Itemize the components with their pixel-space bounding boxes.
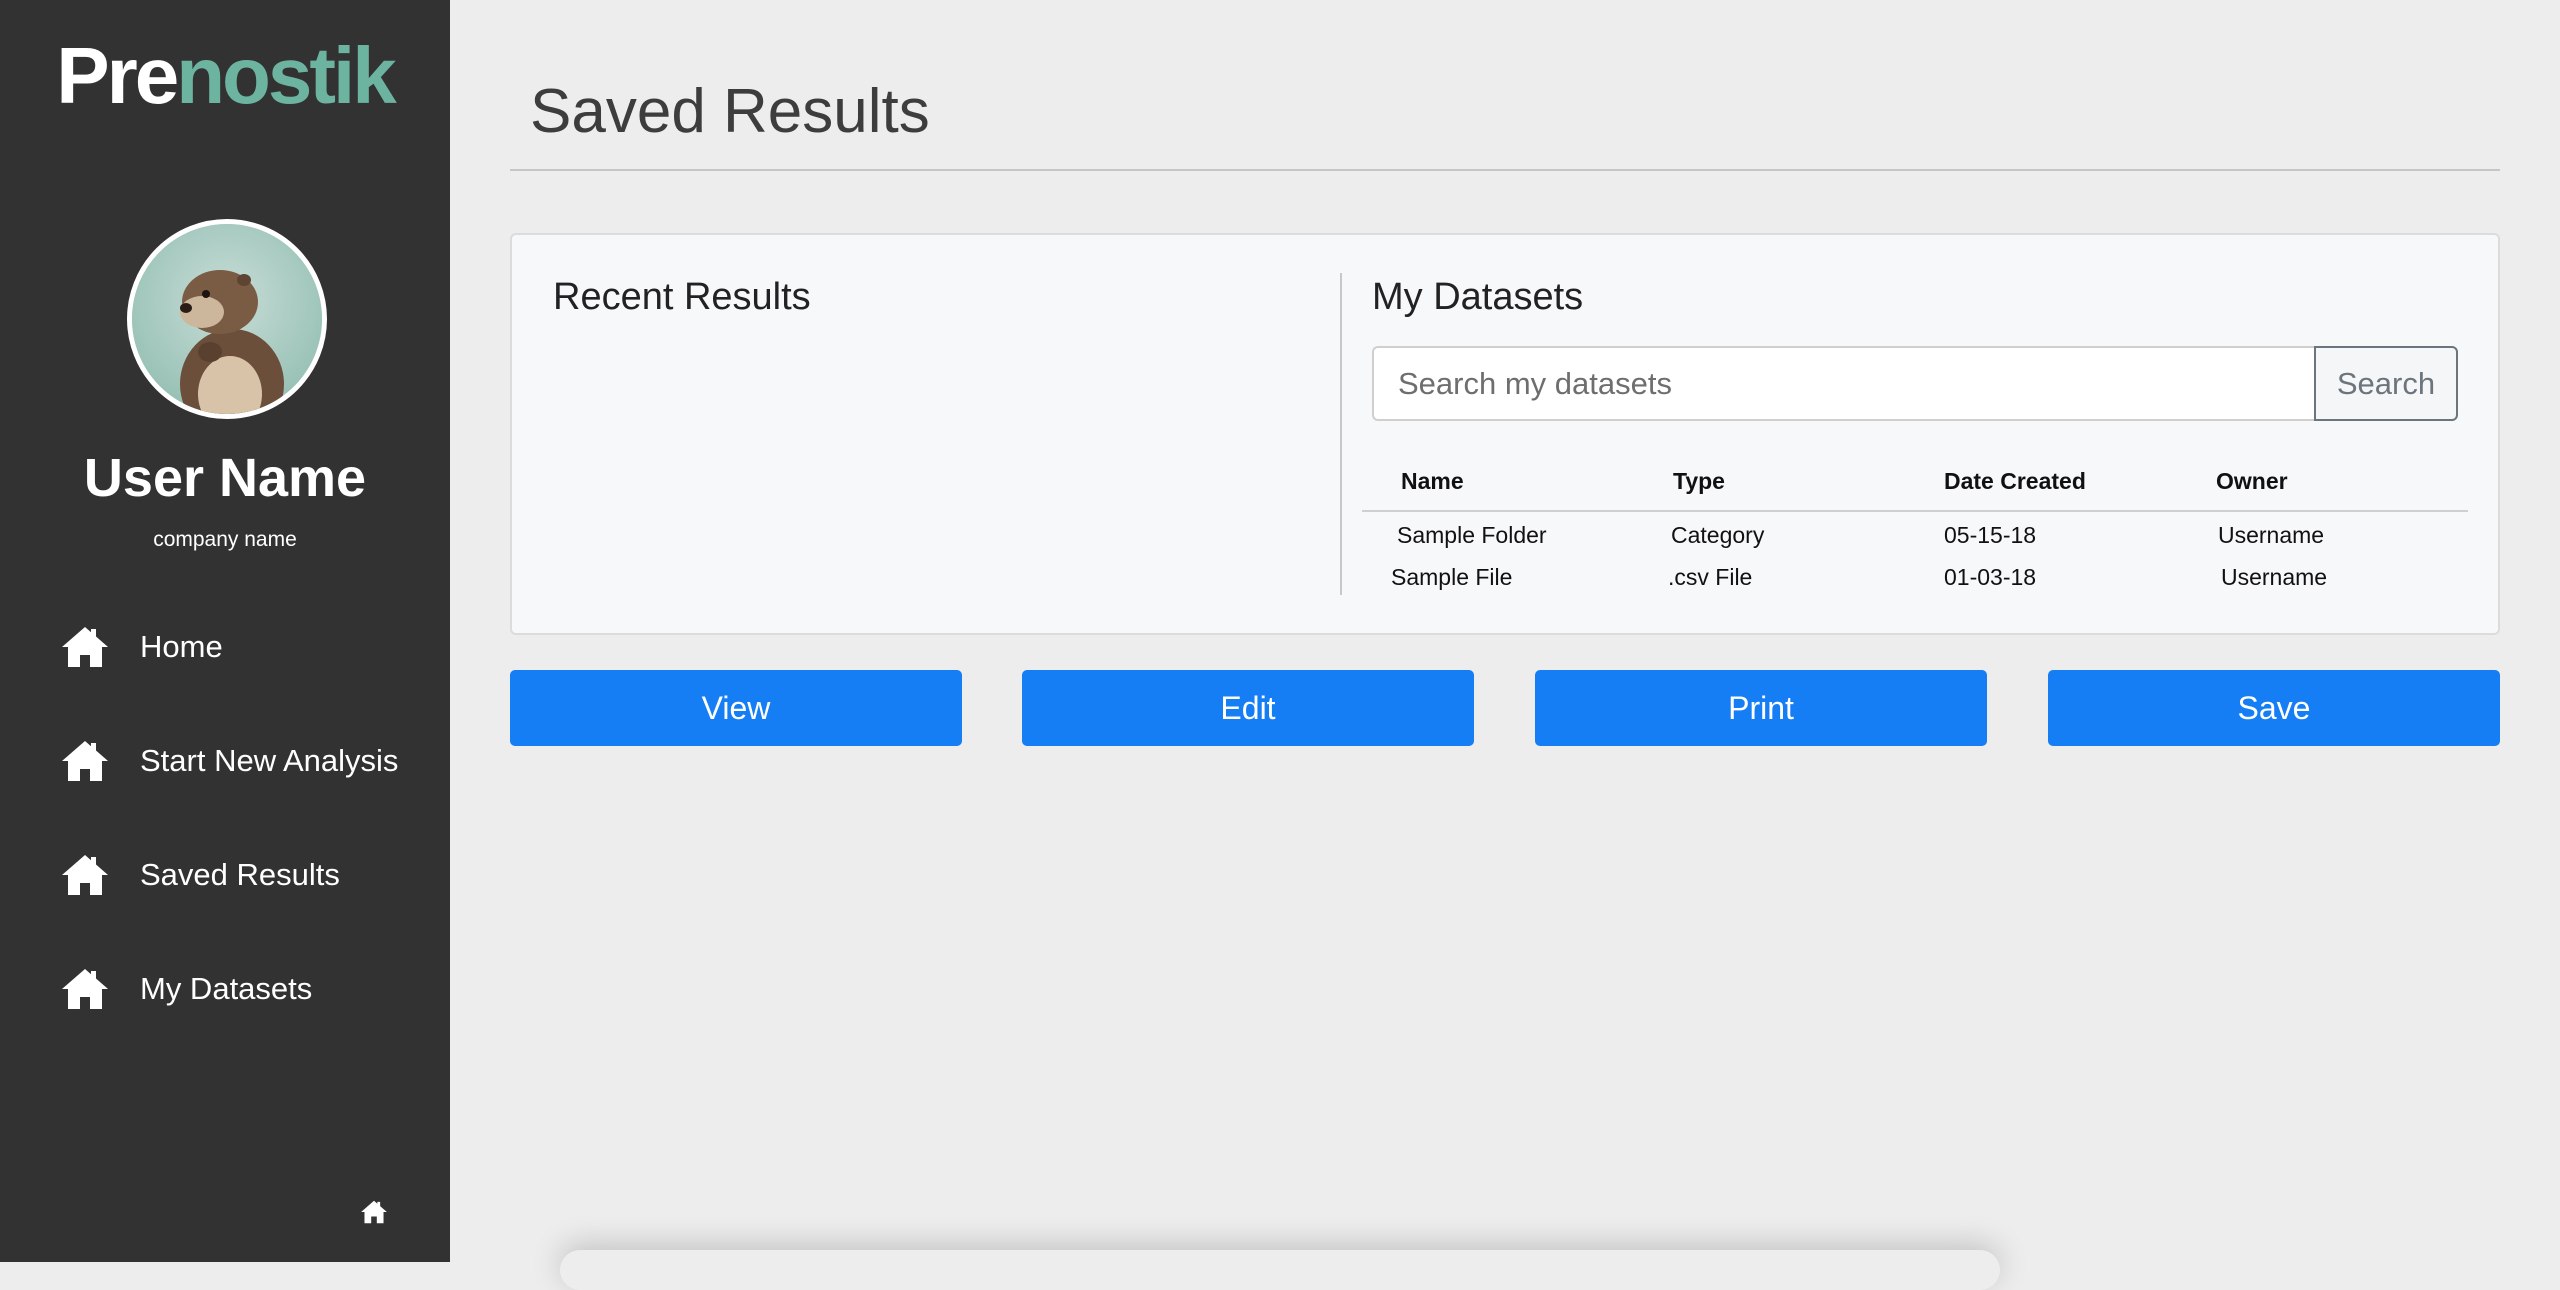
recent-results-heading: Recent Results — [553, 276, 811, 318]
sidebar: Prenostik User Name company name Home St… — [0, 0, 450, 1262]
table-header-divider — [1362, 510, 2468, 512]
home-icon — [62, 741, 108, 781]
search-button[interactable]: Search — [2314, 346, 2458, 421]
cell-name: Sample Folder — [1397, 522, 1547, 548]
sidebar-item-label: Start New Analysis — [140, 743, 399, 778]
avatar[interactable] — [127, 219, 327, 419]
column-header-date-created[interactable]: Date Created — [1944, 466, 2086, 496]
cell-date-created: 01-03-18 — [1944, 564, 2037, 590]
brand-logo-suffix: nostik — [176, 31, 397, 120]
company-name: company name — [153, 528, 297, 551]
cell-name: Sample File — [1391, 564, 1513, 590]
brand-logo[interactable]: Prenostik — [0, 28, 450, 124]
title-divider — [510, 169, 2500, 171]
bottom-panel-shadow — [560, 1250, 2000, 1290]
column-header-type[interactable]: Type — [1673, 466, 1725, 496]
brand-logo-prefix: Pre — [56, 31, 179, 120]
dataset-search-input[interactable] — [1372, 346, 2316, 421]
cell-type: .csv File — [1668, 564, 1753, 590]
page-title: Saved Results — [530, 77, 930, 146]
home-icon — [62, 969, 108, 1009]
home-icon — [62, 855, 108, 895]
sidebar-item-label: My Datasets — [140, 971, 313, 1006]
home-icon[interactable] — [360, 1199, 388, 1225]
save-button[interactable]: Save — [2048, 670, 2500, 746]
sidebar-item-home[interactable]: Home — [60, 617, 223, 677]
sidebar-item-label: Saved Results — [140, 857, 340, 892]
sidebar-item-saved-results[interactable]: Saved Results — [60, 845, 340, 905]
print-button[interactable]: Print — [1535, 670, 1987, 746]
edit-button[interactable]: Edit — [1022, 670, 1474, 746]
cell-owner: Username — [2218, 522, 2325, 548]
column-header-owner[interactable]: Owner — [2216, 466, 2288, 496]
cell-date-created: 05-15-18 — [1944, 522, 2037, 548]
sidebar-item-start-new-analysis[interactable]: Start New Analysis — [60, 731, 398, 791]
my-datasets-heading: My Datasets — [1372, 276, 1584, 318]
view-button[interactable]: View — [510, 670, 962, 746]
panel-divider — [1340, 273, 1342, 595]
cell-owner: Username — [2221, 564, 2328, 590]
user-name: User Name — [83, 448, 367, 508]
home-icon — [62, 627, 108, 667]
sidebar-item-label: Home — [140, 629, 223, 664]
sidebar-item-my-datasets[interactable]: My Datasets — [60, 959, 312, 1019]
cell-type: Category — [1671, 522, 1765, 548]
column-header-name[interactable]: Name — [1401, 466, 1464, 496]
